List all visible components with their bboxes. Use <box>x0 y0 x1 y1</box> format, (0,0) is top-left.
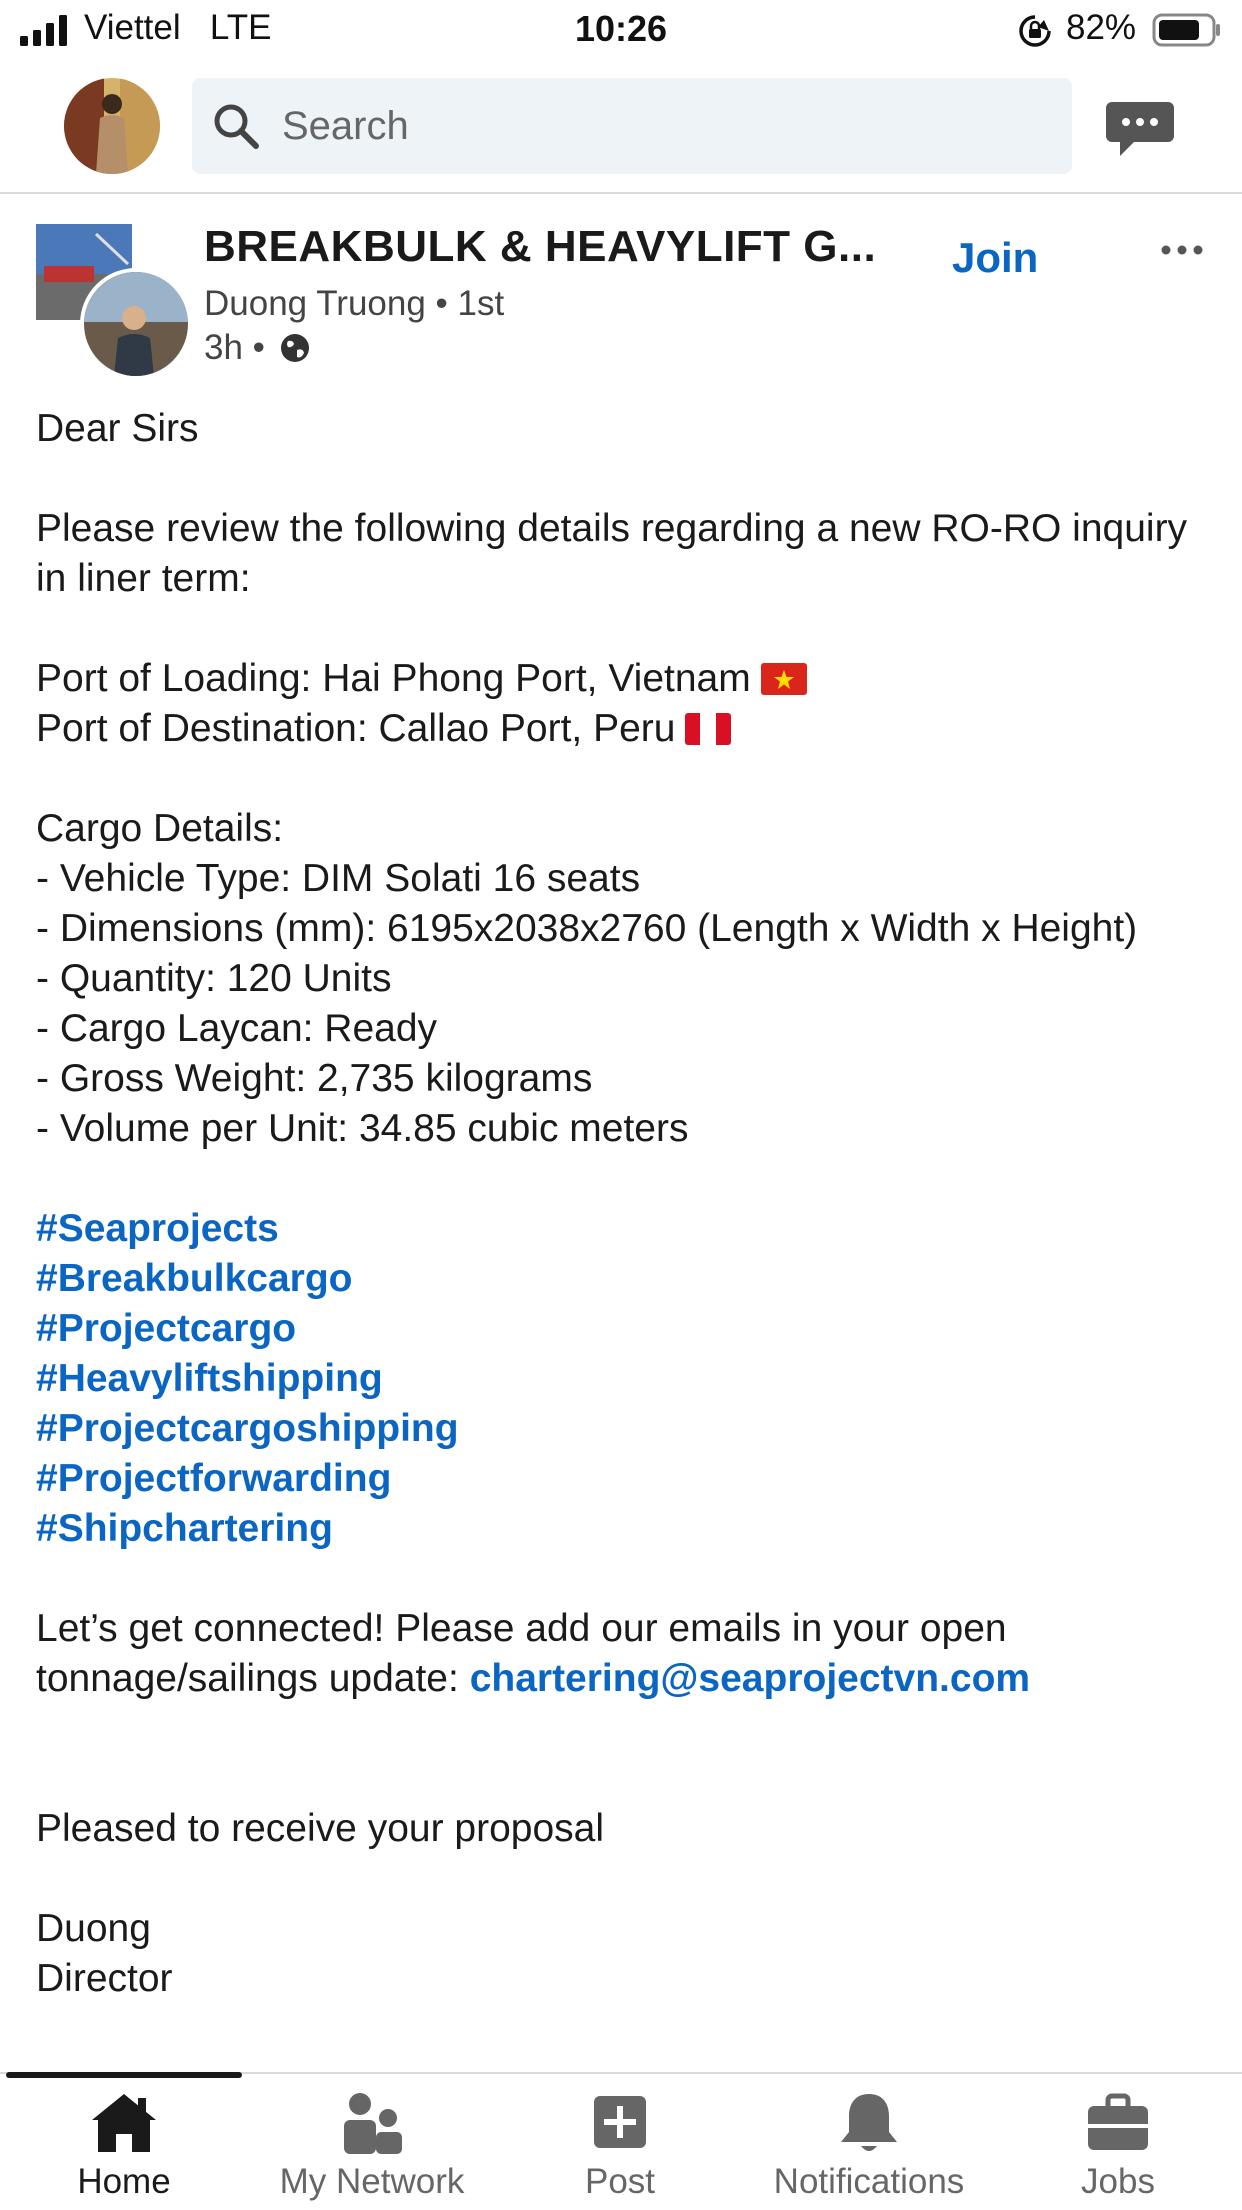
vietnam-flag-icon <box>760 663 807 695</box>
hashtag-link[interactable]: #Shipchartering <box>36 1504 1216 1554</box>
hashtag-link[interactable]: #Breakbulkcargo <box>36 1254 1216 1304</box>
peru-flag-icon <box>685 713 732 745</box>
search-bar[interactable] <box>192 78 1072 174</box>
status-bar: Viettel LTE 10:26 82% <box>0 0 1242 62</box>
author-line[interactable]: Duong Truong • 1st <box>204 284 504 324</box>
intro-text: Please review the following details rega… <box>36 507 1188 600</box>
connection-degree: 1st <box>457 284 505 323</box>
greeting: Dear Sirs <box>36 407 199 450</box>
nav-label-home: Home <box>77 2162 171 2201</box>
closing-text: Pleased to receive your proposal <box>36 1807 604 1850</box>
profile-photo-icon <box>64 78 160 174</box>
hashtag-link[interactable]: #Projectforwarding <box>36 1454 1216 1504</box>
nav-item-post[interactable]: Post <box>496 2074 744 2210</box>
signature-name: Duong <box>36 1907 151 1950</box>
signature-title: Director <box>36 1957 173 2000</box>
more-options-icon[interactable] <box>1160 244 1204 256</box>
author-avatar[interactable] <box>80 268 192 380</box>
nav-label-jobs: Jobs <box>1081 2162 1155 2201</box>
email-link[interactable]: chartering@seaprojectvn.com <box>470 1657 1030 1700</box>
network-icon <box>344 2093 402 2154</box>
author-name[interactable]: Duong Truong <box>204 284 426 323</box>
cargo-line: - Vehicle Type: DIM Solati 16 seats <box>36 857 641 900</box>
profile-avatar[interactable] <box>64 78 160 174</box>
cargo-line: - Volume per Unit: 34.85 cubic meters <box>36 1107 689 1150</box>
connect-text: Let’s get connected! Please add our emai… <box>36 1607 1031 1700</box>
bottom-nav: Home My Network Post Notifications Jobs <box>0 2072 1242 2210</box>
port-destination: Port of Destination: Callao Port, Peru <box>36 704 1216 754</box>
hashtag-link[interactable]: #Seaprojects <box>36 1204 1216 1254</box>
cargo-line: - Dimensions (mm): 6195x2038x2760 (Lengt… <box>36 907 1138 950</box>
briefcase-icon <box>1088 2093 1148 2150</box>
post-icon <box>594 2096 646 2148</box>
top-bar <box>0 62 1242 194</box>
post-header: BREAKBULK & HEAVYLIFT G... Duong Truong … <box>0 192 1242 392</box>
bell-icon <box>841 2094 897 2151</box>
nav-label-post: Post <box>584 2162 656 2201</box>
cargo-line: - Quantity: 120 Units <box>36 957 392 1000</box>
nav-item-home[interactable]: Home <box>0 2074 248 2210</box>
post-body: Dear Sirs Please review the following de… <box>36 404 1216 2004</box>
hashtag-link[interactable]: #Projectcargoshipping <box>36 1404 1216 1454</box>
author-photo-icon <box>84 272 188 376</box>
cargo-line: - Gross Weight: 2,735 kilograms <box>36 1057 593 1100</box>
active-tab-indicator <box>6 2072 242 2078</box>
battery-percent: 82% <box>1066 8 1137 47</box>
cargo-line: - Cargo Laycan: Ready <box>36 1007 438 1050</box>
nav-item-jobs[interactable]: Jobs <box>994 2074 1242 2210</box>
hashtag-link[interactable]: #Heavyliftshipping <box>36 1354 1216 1404</box>
nav-label-my-network: My Network <box>279 2162 465 2201</box>
group-name[interactable]: BREAKBULK & HEAVYLIFT G... <box>204 222 876 272</box>
search-input[interactable] <box>282 78 1042 174</box>
join-button[interactable]: Join <box>952 234 1038 282</box>
battery-icon <box>1152 13 1220 47</box>
clock: 10:26 <box>574 8 668 49</box>
home-icon <box>92 2094 156 2152</box>
messaging-icon[interactable] <box>1104 100 1176 158</box>
globe-icon <box>280 334 309 362</box>
search-icon <box>214 104 259 149</box>
nav-item-notifications[interactable]: Notifications <box>745 2074 993 2210</box>
post-time: 3h • <box>204 328 311 368</box>
nav-label-notifications: Notifications <box>773 2162 965 2201</box>
nav-item-my-network[interactable]: My Network <box>248 2074 496 2210</box>
rotation-lock-icon <box>1019 15 1051 47</box>
cargo-heading: Cargo Details: <box>36 807 284 850</box>
hashtag-link[interactable]: #Projectcargo <box>36 1304 1216 1354</box>
port-loading: Port of Loading: Hai Phong Port, Vietnam <box>36 654 1216 704</box>
